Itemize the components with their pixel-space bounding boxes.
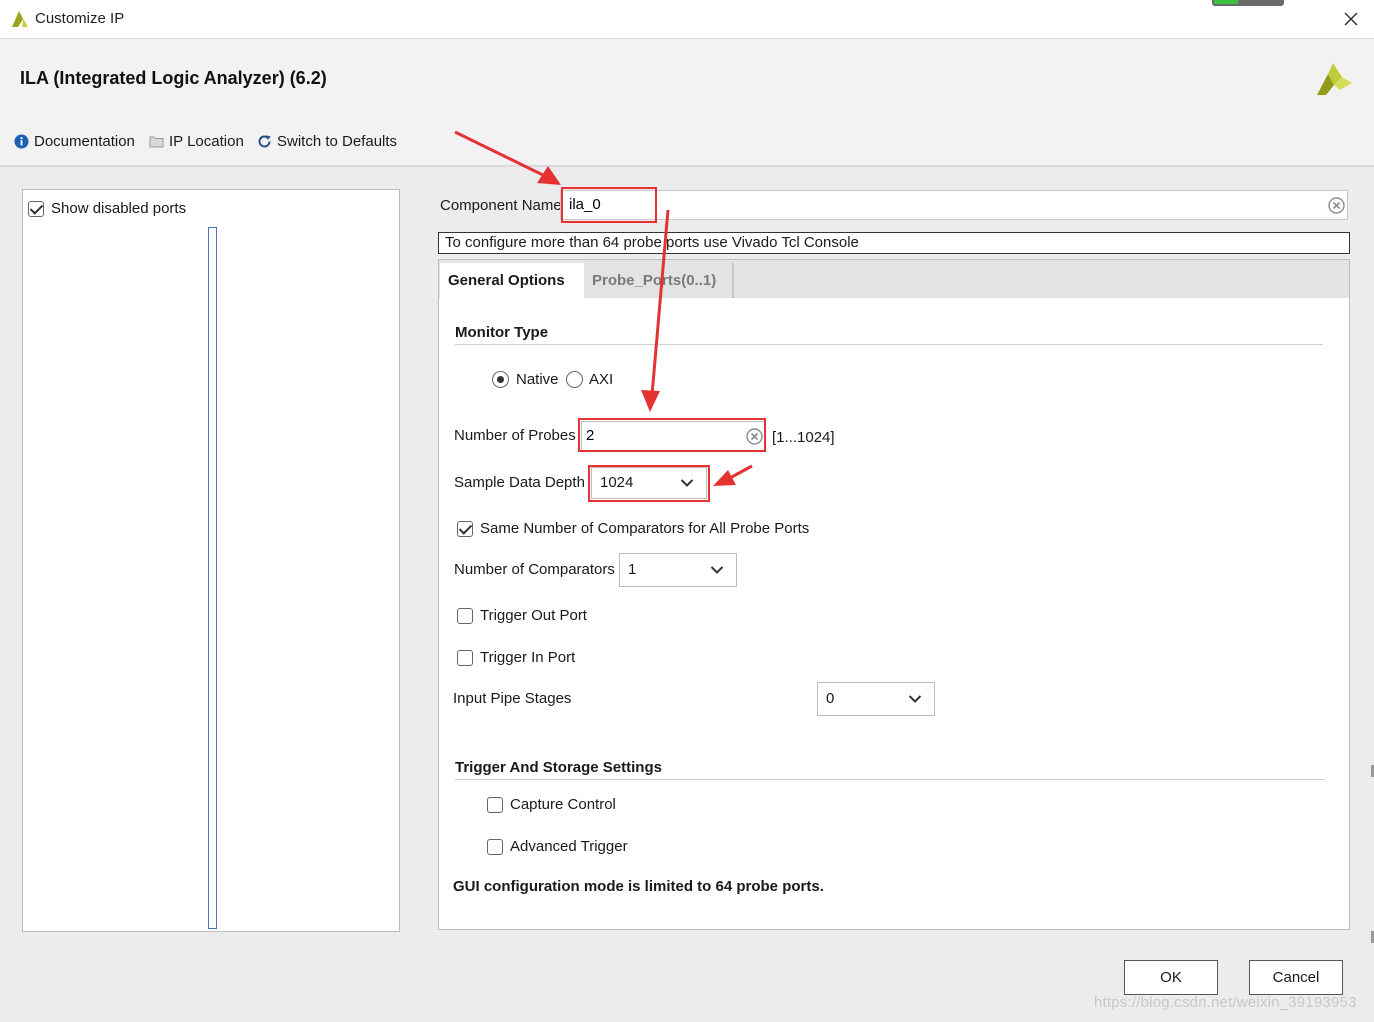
vivado-app-icon xyxy=(12,11,28,27)
background-window-edge xyxy=(1366,757,1374,1022)
watermark: https://blog.csdn.net/weixin_39193953 xyxy=(1094,994,1357,1011)
native-radio-button[interactable] xyxy=(492,371,509,388)
advanced-trigger-option[interactable]: Advanced Trigger xyxy=(487,838,628,855)
show-disabled-ports-option[interactable]: Show disabled ports xyxy=(28,200,186,217)
ip-location-label: IP Location xyxy=(169,133,244,150)
number-of-comparators-label: Number of Comparators xyxy=(454,561,615,578)
window-title: Customize IP xyxy=(35,10,125,27)
input-pipe-stages-label: Input Pipe Stages xyxy=(453,690,572,707)
trigger-out-port-label: Trigger Out Port xyxy=(480,607,587,624)
ip-location-link[interactable]: IP Location xyxy=(149,133,244,150)
clear-icon[interactable] xyxy=(746,428,763,445)
capture-control-label: Capture Control xyxy=(510,796,616,813)
component-name-label: Component Name xyxy=(440,197,562,214)
section-divider xyxy=(455,344,1323,345)
section-divider xyxy=(455,779,1325,780)
cancel-button[interactable]: Cancel xyxy=(1249,960,1343,995)
component-name-input[interactable] xyxy=(569,196,1309,213)
input-pipe-stages-select[interactable]: 0 xyxy=(817,682,935,716)
clear-icon[interactable] xyxy=(1328,197,1345,214)
number-of-probes-label: Number of Probes xyxy=(454,427,576,444)
show-disabled-ports-label: Show disabled ports xyxy=(51,200,187,217)
info-message: To configure more than 64 probe ports us… xyxy=(438,232,1350,254)
ok-button[interactable]: OK xyxy=(1124,960,1218,995)
number-of-comparators-select[interactable]: 1 xyxy=(619,553,737,587)
tab-probe-ports[interactable]: Probe_Ports(0..1) xyxy=(584,263,734,298)
advanced-trigger-label: Advanced Trigger xyxy=(510,838,628,855)
native-label: Native xyxy=(516,371,559,388)
switch-to-defaults-link[interactable]: Switch to Defaults xyxy=(257,133,397,150)
chevron-down-icon xyxy=(908,695,922,703)
sample-data-depth-label: Sample Data Depth xyxy=(454,474,585,491)
ip-symbol-panel: Show disabled ports xyxy=(22,189,400,932)
sample-data-depth-value: 1024 xyxy=(600,474,634,491)
capture-control-option[interactable]: Capture Control xyxy=(487,796,616,813)
same-comparators-option[interactable]: Same Number of Comparators for All Probe… xyxy=(457,520,809,537)
documentation-label: Documentation xyxy=(34,133,135,150)
axi-label: AXI xyxy=(589,371,614,388)
advanced-trigger-checkbox[interactable] xyxy=(487,838,503,855)
ip-header: ILA (Integrated Logic Analyzer) (6.2) Do… xyxy=(0,39,1374,167)
tab-general-options[interactable]: General Options xyxy=(440,263,584,299)
capture-control-checkbox[interactable] xyxy=(487,796,503,813)
xilinx-logo xyxy=(1317,63,1352,95)
number-of-probes-field[interactable] xyxy=(581,421,765,451)
trigger-storage-title: Trigger And Storage Settings xyxy=(455,759,662,776)
close-window-button[interactable] xyxy=(1336,4,1366,34)
title-bar: Customize IP xyxy=(0,0,1374,39)
trigger-out-port-checkbox[interactable] xyxy=(457,607,473,624)
refresh-icon xyxy=(257,134,272,149)
documentation-link[interactable]: Documentation xyxy=(14,133,135,150)
number-of-probes-input[interactable] xyxy=(586,427,736,444)
component-name-field[interactable] xyxy=(560,190,1348,220)
radio-axi[interactable]: AXI xyxy=(566,371,613,388)
show-disabled-ports-checkbox[interactable] xyxy=(28,200,44,217)
input-pipe-stages-value: 0 xyxy=(826,690,835,707)
chevron-down-icon xyxy=(710,566,724,574)
monitor-type-title: Monitor Type xyxy=(455,324,549,341)
number-of-comparators-value: 1 xyxy=(628,561,637,578)
trigger-in-port-label: Trigger In Port xyxy=(480,649,576,666)
symbol-scrollbar[interactable] xyxy=(208,227,217,929)
gui-limit-note: GUI configuration mode is limited to 64 … xyxy=(453,878,824,895)
axi-radio-button[interactable] xyxy=(566,371,583,388)
status-indicator xyxy=(1212,0,1284,6)
number-of-probes-range: [1...1024] xyxy=(772,429,835,446)
folder-icon xyxy=(149,135,164,148)
sample-data-depth-select[interactable]: 1024 xyxy=(591,467,707,499)
chevron-down-icon xyxy=(680,479,694,487)
same-comparators-label: Same Number of Comparators for All Probe… xyxy=(480,520,810,537)
radio-native[interactable]: Native xyxy=(492,371,559,388)
close-icon xyxy=(1344,12,1358,26)
info-icon xyxy=(14,134,29,149)
switch-to-defaults-label: Switch to Defaults xyxy=(277,133,398,150)
configuration-tabs: General Options Probe_Ports(0..1) Monito… xyxy=(438,259,1350,930)
same-comparators-checkbox[interactable] xyxy=(457,520,473,537)
ip-title: ILA (Integrated Logic Analyzer) (6.2) xyxy=(20,68,327,88)
trigger-in-port-option[interactable]: Trigger In Port xyxy=(457,649,575,666)
trigger-out-port-option[interactable]: Trigger Out Port xyxy=(457,607,587,624)
trigger-in-port-checkbox[interactable] xyxy=(457,649,473,666)
